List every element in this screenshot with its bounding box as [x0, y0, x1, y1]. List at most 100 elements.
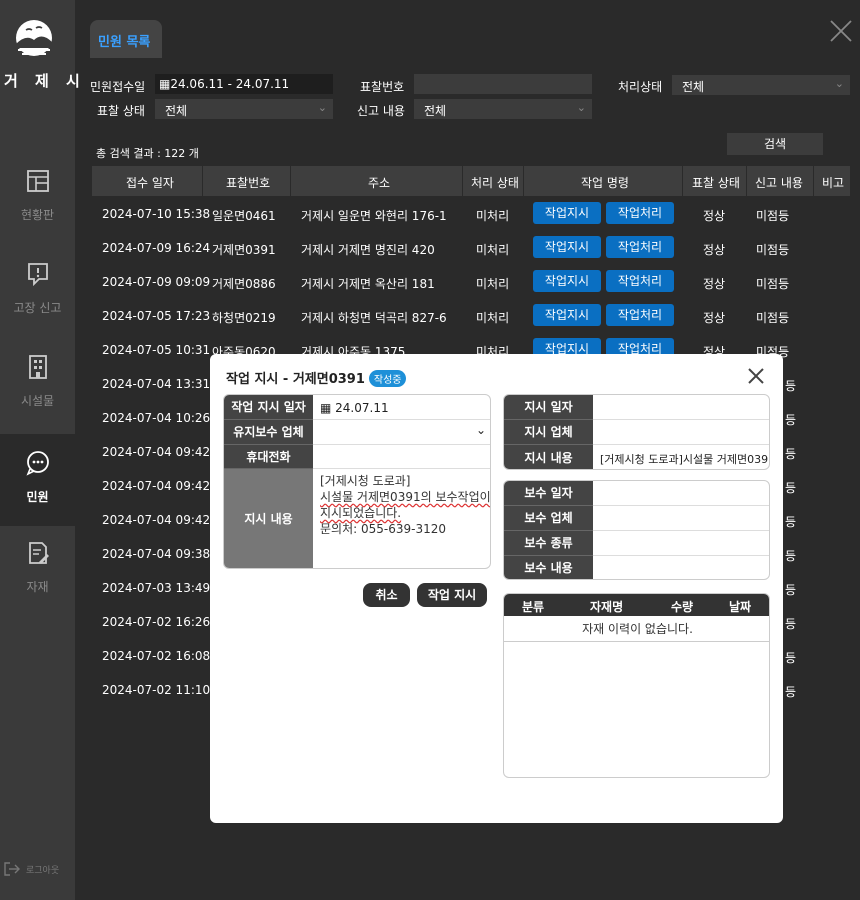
assign-work-button[interactable]: 작업지시 [533, 202, 601, 224]
content-textarea[interactable]: [거제시청 도로과] 시설물 거제면0391의 보수작업이 지시되었습니다. 문… [320, 473, 490, 537]
order-date-value: 24.07.11 [335, 401, 389, 415]
chevron-down-icon: ⌄ [317, 101, 327, 114]
assign-work-button[interactable]: 작업지시 [533, 270, 601, 292]
col-header: 접수 일자 [126, 176, 174, 190]
nav-label: 현황판 [20, 208, 55, 222]
nav-item-material[interactable]: 자재 [0, 540, 75, 632]
content-line: 문의처: 055-639-3120 [320, 522, 446, 536]
logout-button[interactable]: 로그아웃 [4, 862, 59, 876]
work-order-form: 작업 지시 일자 ▦ 24.07.11 유지보수 업체 ⌄ 휴대전화 지시 내용… [223, 394, 491, 569]
cell-date: 2024-07-10 15:38 [102, 207, 211, 221]
nav-item-dashboard[interactable]: 현황판 [0, 168, 75, 260]
material-edit-icon [28, 542, 49, 564]
order-date-input[interactable]: ▦ 24.07.11 [320, 401, 389, 415]
cell-process: 미처리 [476, 277, 510, 291]
work-order-modal: 작업 지시 - 거제면0391 작성중 작업 지시 일자 ▦ 24.07.11 유… [210, 354, 783, 823]
materials-header: 분류 자재명 수량 날짜 [504, 594, 769, 616]
process-work-button[interactable]: 작업처리 [606, 304, 674, 326]
calendar-icon: ▦ [159, 77, 171, 91]
process-work-button[interactable]: 작업처리 [606, 270, 674, 292]
process-work-button[interactable]: 작업처리 [606, 202, 674, 224]
report-content-select[interactable]: 전체 ⌄ [414, 99, 592, 119]
cell-date: 2024-07-09 09:09 [102, 275, 211, 289]
cell-date: 2024-07-05 17:23 [102, 309, 211, 323]
cell-tag: 거제면0886 [212, 277, 276, 291]
materials-table: 분류 자재명 수량 날짜 자재 이력이 없습니다. [503, 593, 770, 778]
cell-report: 미점등 [756, 277, 790, 291]
date-range-input[interactable]: ▦24.06.11 - 24.07.11 [155, 74, 333, 94]
cell-report: 미점등 [756, 311, 790, 325]
nav-item-fault-report[interactable]: 고장 신고 [0, 261, 75, 353]
repair-content-label: 보수 내용 [504, 556, 593, 579]
content-label: 지시 내용 [224, 469, 313, 568]
nav-item-facility[interactable]: 시설물 [0, 354, 75, 446]
col-header: 처리 상태 [471, 176, 519, 190]
col-header: 작업 명령 [581, 176, 629, 190]
calendar-icon: ▦ [320, 401, 336, 415]
cell-report-partial: 등 [785, 413, 797, 427]
repair-date-label: 보수 일자 [504, 481, 593, 506]
date-range-value: 24.06.11 - 24.07.11 [170, 77, 290, 91]
modal-title-text: 작업 지시 - 거제면0391 [226, 372, 365, 387]
table-row[interactable]: 2024-07-05 17:23 하청면0219 거제시 하청면 덕곡리 827… [92, 299, 850, 333]
cell-address: 거제시 거제면 옥산리 181 [301, 277, 435, 291]
col-header: 주소 [368, 176, 391, 190]
close-icon[interactable] [828, 18, 854, 44]
table-row[interactable]: 2024-07-10 15:38 일운면0461 거제시 일운면 와현리 176… [92, 197, 850, 231]
nav-label: 고장 신고 [13, 301, 62, 315]
col-header: 신고 내용 [755, 176, 803, 190]
cell-date: 2024-07-05 10:31 [102, 343, 211, 357]
phone-label: 휴대전화 [224, 445, 313, 469]
chevron-down-icon: ⌄ [475, 423, 486, 437]
cell-address: 거제시 하청면 덕곡리 827-6 [301, 311, 447, 325]
content-line: [거제시청 도로과] [320, 474, 411, 488]
tag-status-label: 표찰 상태 [97, 104, 145, 118]
assign-work-button[interactable]: 작업지시 [533, 304, 601, 326]
logo-text: 거 제 시 [4, 72, 86, 90]
table-row[interactable]: 2024-07-09 09:09 거제면0886 거제시 거제면 옥산리 181… [92, 265, 850, 299]
cancel-button[interactable]: 취소 [363, 583, 410, 607]
repair-type-label: 보수 종류 [504, 531, 593, 556]
chat-icon [25, 451, 49, 476]
sidebar: 거 제 시 현황판 고장 신고 시설물 민원 자재 로그아웃 [0, 0, 80, 900]
report-content-value: 전체 [424, 104, 447, 118]
submit-work-order-button[interactable]: 작업 지시 [417, 583, 487, 607]
cell-report-partial: 등 [785, 515, 797, 529]
cell-date: 2024-07-04 09:42 [102, 445, 211, 459]
info-order-date-label: 지시 일자 [504, 395, 593, 420]
cell-date: 2024-07-03 13:49 [102, 581, 211, 595]
col-header: 날짜 [729, 600, 752, 614]
close-icon[interactable] [746, 366, 766, 386]
cell-address: 거제시 거제면 명진리 420 [301, 243, 435, 257]
tag-status-value: 전체 [165, 104, 188, 118]
cell-date: 2024-07-02 11:10 [102, 683, 211, 697]
cell-date: 2024-07-04 10:26 [102, 411, 211, 425]
cell-date: 2024-07-02 16:26 [102, 615, 211, 629]
nav-label: 시설물 [20, 394, 55, 408]
phone-input[interactable] [313, 445, 490, 469]
cell-tag-status: 정상 [703, 311, 726, 325]
cell-report-partial: 등 [785, 549, 797, 563]
process-work-button[interactable]: 작업처리 [606, 236, 674, 258]
assign-work-button[interactable]: 작업지시 [533, 236, 601, 258]
building-icon [28, 355, 47, 379]
tab-complaint-list[interactable]: 민원 목록 [90, 20, 162, 58]
materials-empty-message: 자재 이력이 없습니다. [504, 616, 769, 642]
content-line: 시설물 거제면0391의 보수작업이 [320, 490, 490, 504]
search-button[interactable]: 검색 [727, 133, 823, 155]
tab-label: 민원 목록 [98, 35, 151, 50]
col-header: 표찰번호 [226, 176, 271, 190]
table-row[interactable]: 2024-07-09 16:24 거제면0391 거제시 거제면 명진리 420… [92, 231, 850, 265]
order-info-panel: 지시 일자 지시 업체 지시 내용 [거제시청 도로과]시설물 거제면0391의 [503, 394, 770, 470]
table-header: 접수 일자 표찰번호 주소 처리 상태 작업 명령 표찰 상태 신고 내용 비고 [92, 166, 850, 196]
cell-date: 2024-07-02 16:08 [102, 649, 211, 663]
process-status-label: 처리상태 [618, 80, 663, 94]
process-status-select[interactable]: 전체 ⌄ [672, 75, 850, 95]
tag-number-input[interactable] [414, 74, 592, 94]
cell-date: 2024-07-04 09:38 [102, 547, 211, 561]
vendor-select[interactable]: ⌄ [313, 420, 490, 445]
nav-item-complaint[interactable]: 민원 [0, 434, 75, 526]
total-results: 총 검색 결과 : 122 개 [96, 147, 199, 160]
process-status-value: 전체 [682, 80, 705, 94]
tag-status-select[interactable]: 전체 ⌄ [155, 99, 333, 119]
